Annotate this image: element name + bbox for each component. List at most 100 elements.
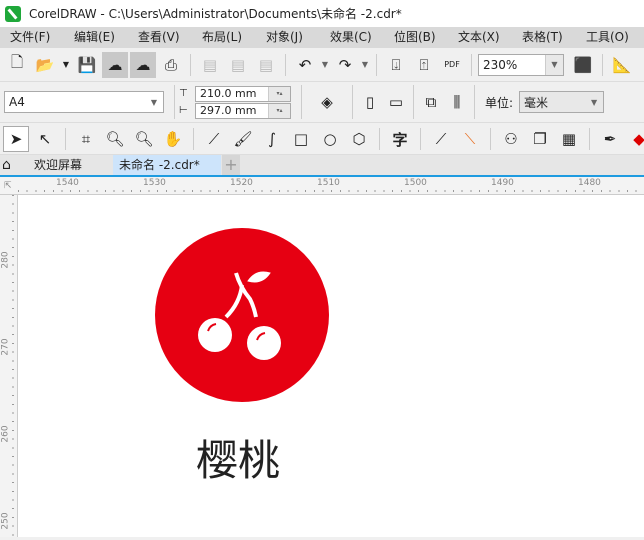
cherry-logo[interactable] [18, 195, 644, 537]
menu-bitmaps[interactable]: 位图(B) [384, 27, 448, 48]
transparency-icon[interactable]: ▦ [556, 126, 582, 152]
caption-text[interactable]: 樱桃 [196, 427, 280, 488]
chevron-down-icon[interactable]: ▼ [145, 92, 163, 112]
menu-object[interactable]: 对象(J) [256, 27, 320, 48]
undo-dropdown-icon[interactable]: ▼ [320, 52, 330, 78]
ruler-label: 1530 [143, 178, 166, 188]
shape-tool-icon[interactable]: ↖ [32, 126, 58, 152]
divider [193, 128, 194, 150]
export-icon[interactable]: ⍐ [411, 52, 437, 78]
ellipse-tool-icon[interactable]: ○ [317, 126, 343, 152]
menu-layout[interactable]: 布局(L) [192, 27, 256, 48]
polygon-tool-icon[interactable]: ⬡ [346, 126, 372, 152]
menu-edit[interactable]: 编辑(E) [64, 27, 128, 48]
divider [285, 53, 286, 76]
home-icon[interactable]: ⌂ [2, 155, 20, 175]
page-height-input[interactable]: 297.0 mm ▾▴ [195, 102, 291, 119]
new-document-icon[interactable]: 🗋 [4, 52, 30, 78]
divider [65, 128, 66, 150]
open-dropdown-icon[interactable]: ▼ [60, 52, 72, 78]
redo-dropdown-icon[interactable]: ▼ [360, 52, 370, 78]
publish-pdf-icon[interactable]: PDF [439, 52, 465, 78]
full-screen-icon[interactable]: ⬛ [570, 52, 596, 78]
zoom-out-tool-icon[interactable]: 🔍︎ [131, 126, 157, 152]
tab-document[interactable]: 未命名 -2.cdr* [113, 155, 221, 175]
paste-icon[interactable]: ▤ [253, 52, 279, 78]
divider [376, 53, 377, 76]
page-width-value: 210.0 mm [200, 87, 257, 100]
pick-tool-icon[interactable]: ➤ [3, 126, 29, 152]
page-width-input[interactable]: 210.0 mm ▾▴ [195, 85, 291, 102]
chevron-down-icon[interactable]: ▼ [545, 54, 563, 75]
connector-tool-icon[interactable]: ⟍ [457, 126, 483, 152]
ruler-label: 280 [0, 251, 11, 269]
page-fit-icon[interactable]: ◈ [314, 89, 340, 115]
save-icon[interactable]: 💾 [74, 52, 100, 78]
current-page-icon[interactable]: ⫼ [444, 89, 470, 115]
height-icon: ⊢ [179, 105, 188, 116]
divider [490, 128, 491, 150]
menu-text[interactable]: 文本(X) [448, 27, 512, 48]
interactive-fill-icon[interactable]: ◆ [626, 126, 644, 152]
ruler-label: 1510 [317, 178, 340, 188]
ruler-label: 260 [0, 425, 11, 443]
freehand-tool-icon[interactable]: ⟋ [201, 126, 227, 152]
horizontal-ruler[interactable]: ⇱ 1540 1530 1520 1510 1500 1490 1480 [0, 177, 644, 195]
tab-welcome-screen[interactable]: 欢迎屏幕 [20, 155, 112, 175]
artistic-media-icon[interactable]: 🖌 [230, 126, 256, 152]
chevron-down-icon[interactable]: ▼ [585, 92, 604, 112]
cloud-download-icon[interactable]: ☁ [102, 51, 128, 78]
divider [602, 53, 603, 76]
menu-view[interactable]: 查看(V) [128, 27, 192, 48]
print-icon[interactable]: ⎙ [158, 52, 184, 78]
divider [190, 53, 191, 76]
options-ruler-icon[interactable]: 📐 [609, 52, 635, 78]
all-pages-icon[interactable]: ⧉ [418, 89, 444, 115]
cut-icon[interactable]: ▤ [197, 52, 223, 78]
zoom-tool-icon[interactable]: 🔍︎ [102, 126, 128, 152]
divider [174, 85, 175, 119]
property-bar: A4 ▼ ⊤ 210.0 mm ▾▴ ⊢ 297.0 mm ▾▴ ◈ ▯ ▭ ⧉ ⫼ 单… [0, 82, 644, 123]
crop-tool-icon[interactable]: ⌗ [73, 126, 99, 152]
curve-tool-icon[interactable]: ∫ [259, 126, 285, 152]
drawing-canvas[interactable]: 樱桃 [18, 195, 644, 537]
text-tool-icon[interactable]: 字 [387, 126, 413, 152]
copy-icon[interactable]: ▤ [225, 52, 251, 78]
open-icon[interactable]: 📂 [32, 52, 58, 78]
blend-tool-icon[interactable]: ⚇ [498, 126, 524, 152]
eyedropper-icon[interactable]: ✒ [597, 126, 623, 152]
ruler-label: 270 [0, 338, 11, 356]
divider [589, 128, 590, 150]
menu-file[interactable]: 文件(F) [0, 27, 64, 48]
portrait-icon[interactable]: ▯ [357, 89, 383, 115]
undo-icon[interactable]: ↶ [292, 52, 318, 78]
units-select[interactable]: 毫米 ▼ [519, 91, 605, 113]
zoom-level-select[interactable]: 230% ▼ [478, 53, 564, 76]
ruler-label: 1480 [578, 178, 601, 188]
divider [420, 128, 421, 150]
cloud-upload-icon[interactable]: ☁ [130, 51, 156, 78]
ruler-ticks [18, 190, 644, 192]
divider [379, 128, 380, 150]
landscape-icon[interactable]: ▭ [383, 89, 409, 115]
pan-tool-icon[interactable]: ✋ [160, 126, 186, 152]
rectangle-tool-icon[interactable]: □ [288, 126, 314, 152]
coreldraw-logo-icon [5, 5, 21, 22]
zoom-level-value: 230% [483, 57, 518, 72]
divider [301, 85, 302, 119]
drop-shadow-icon[interactable]: ❐ [527, 126, 553, 152]
menu-effects[interactable]: 效果(C) [320, 27, 384, 48]
dimension-tool-icon[interactable]: ⟋ [428, 126, 454, 152]
redo-icon[interactable]: ↷ [332, 52, 358, 78]
width-spinner[interactable]: ▾▴ [268, 86, 290, 101]
height-spinner[interactable]: ▾▴ [268, 103, 290, 118]
import-icon[interactable]: ⍗ [383, 52, 409, 78]
units-label: 单位: [485, 95, 514, 110]
menu-tools[interactable]: 工具(O) [576, 27, 640, 48]
vertical-ruler[interactable]: 280 270 260 250 [0, 195, 18, 537]
add-tab-button[interactable]: + [222, 155, 240, 175]
page-size-select[interactable]: A4 ▼ [4, 91, 164, 113]
ruler-label: 1540 [56, 178, 79, 188]
ruler-corner-icon[interactable]: ⇱ [4, 181, 12, 191]
menu-table[interactable]: 表格(T) [512, 27, 576, 48]
